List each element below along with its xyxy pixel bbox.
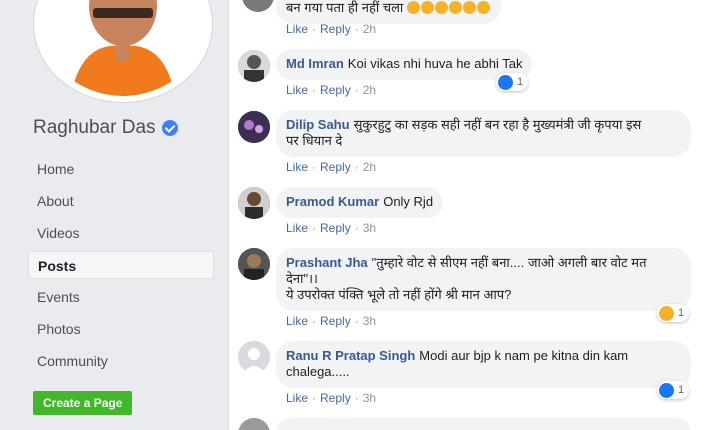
comment-text: सुकुरहुटु का सड़क सही नहीं बन रहा है मुख… <box>353 117 642 132</box>
commenter-avatar[interactable] <box>238 50 270 82</box>
comment-author-link[interactable]: Ranu R Pratap Singh <box>286 348 415 363</box>
grinning-emoji-icon <box>434 1 448 14</box>
commenter-avatar[interactable] <box>238 418 270 430</box>
reaction-count-badge[interactable]: 1 <box>657 304 690 322</box>
comment-text-line2: पर धियान दे <box>286 133 343 148</box>
reply-link[interactable]: Reply <box>320 160 351 174</box>
like-link[interactable]: Like <box>286 221 308 235</box>
thumbs-up-icon <box>498 74 513 90</box>
comment-text-line3: ये उपरोक्त पंक्ति भूले तो नहीं होंगे श्र… <box>286 287 512 302</box>
reply-link[interactable]: Reply <box>320 83 351 97</box>
commenter-avatar[interactable] <box>238 341 270 373</box>
like-link[interactable]: Like <box>286 22 308 36</box>
reply-link[interactable]: Reply <box>320 391 351 405</box>
like-link[interactable]: Like <box>286 391 308 405</box>
haha-emoji-icon <box>659 305 674 321</box>
comment-text: "तुम्हारे वोट से सीएम नहीं बना.... जाओ अ… <box>371 255 647 270</box>
like-link[interactable]: Like <box>286 160 308 174</box>
comment-actions: Like · Reply · 3h <box>286 314 377 328</box>
reply-link[interactable]: Reply <box>320 22 351 36</box>
comment-bubble: Pramod Kumar Only Rjd <box>276 187 444 218</box>
commenter-avatar[interactable] <box>238 187 270 219</box>
like-link[interactable]: Like <box>286 83 308 97</box>
comment-time[interactable]: 2h <box>363 22 376 36</box>
comment-bubble: Ranu R Pratap Singh Modi aur bjp k nam pe… <box>276 341 691 388</box>
nav-videos[interactable]: Videos <box>28 219 214 247</box>
nav-events[interactable]: Events <box>28 283 214 311</box>
comment-actions: Like · Reply · 2h <box>286 83 377 97</box>
comment-actions: Like · Reply · 2h <box>286 160 377 174</box>
comment-bubble: Prashant Jha "तुम्हारे वोट से सीएम नहीं ब… <box>276 248 691 311</box>
nav-posts[interactable]: Posts <box>28 251 214 279</box>
comment-actions: Like · Reply · 2h <box>286 22 377 36</box>
thumbs-up-icon <box>659 382 674 398</box>
page-name-text[interactable]: Raghubar Das <box>33 117 156 139</box>
grinning-emoji-icon <box>420 1 434 14</box>
comment-time[interactable]: 3h <box>363 314 376 328</box>
verified-badge-icon <box>161 120 178 136</box>
create-page-button[interactable]: Create a Page <box>33 391 133 415</box>
grinning-emoji-icon <box>406 1 420 14</box>
reaction-count: 1 <box>678 384 685 396</box>
reaction-count: 1 <box>517 76 524 88</box>
comment-author-link[interactable]: Pramod Kumar <box>286 194 379 209</box>
nav-community[interactable]: Community <box>28 347 214 375</box>
page-nav: Home About Videos Posts Events Photos Co… <box>28 155 214 379</box>
comment-text-line2: chalega..... <box>286 364 350 379</box>
sidebar: Raghubar Das Home About Videos Posts Eve… <box>0 0 228 430</box>
reply-link[interactable]: Reply <box>320 221 351 235</box>
like-link[interactable]: Like <box>286 314 308 328</box>
profile-photo <box>41 0 205 96</box>
page-title[interactable]: Raghubar Das <box>33 117 178 139</box>
reaction-count: 1 <box>678 307 685 319</box>
comment-actions: Like · Reply · 3h <box>286 391 377 405</box>
grinning-emoji-icon <box>476 1 490 14</box>
nav-home[interactable]: Home <box>28 155 214 183</box>
comment-bubble <box>276 418 691 430</box>
comment-time[interactable]: 2h <box>363 160 376 174</box>
comments-feed: बन गया पता ही नहीं चला Like · Reply · 2h Md … <box>228 0 727 430</box>
nav-photos[interactable]: Photos <box>28 315 214 343</box>
comment-bubble: Md Imran Koi vikas nhi huva he abhi Tak <box>276 49 533 80</box>
profile-picture[interactable] <box>33 0 213 103</box>
reply-link[interactable]: Reply <box>320 314 351 328</box>
comment-time[interactable]: 3h <box>363 221 376 235</box>
commenter-avatar[interactable] <box>238 111 270 143</box>
commenter-avatar[interactable] <box>238 248 270 280</box>
comment-text: Koi vikas nhi huva he abhi Tak <box>347 56 523 71</box>
emoji-row <box>406 0 491 15</box>
reaction-count-badge[interactable]: 1 <box>496 73 529 91</box>
comment-text: बन गया पता ही नहीं चला <box>286 0 404 15</box>
comment-author-link[interactable]: Prashant Jha <box>286 255 368 270</box>
comment-text: Only Rjd <box>383 194 434 209</box>
reaction-count-badge[interactable]: 1 <box>657 381 690 399</box>
comment-text-line2: देना"।। <box>286 271 318 286</box>
comment-author-link[interactable]: Md Imran <box>286 56 344 71</box>
commenter-avatar[interactable] <box>242 0 274 12</box>
comment-author-link[interactable]: Dilip Sahu <box>286 117 350 132</box>
grinning-emoji-icon <box>448 1 462 14</box>
comment-actions: Like · Reply · 3h <box>286 221 377 235</box>
comment-text: Modi aur bjp k nam pe kitna din kam <box>419 348 629 363</box>
comment-bubble: Dilip Sahu सुकुरहुटु का सड़क सही नहीं बन … <box>276 110 691 157</box>
grinning-emoji-icon <box>462 1 476 14</box>
comment-time[interactable]: 3h <box>363 391 376 405</box>
nav-about[interactable]: About <box>28 187 214 215</box>
comment-time[interactable]: 2h <box>363 83 376 97</box>
comment-bubble: बन गया पता ही नहीं चला <box>276 0 501 24</box>
